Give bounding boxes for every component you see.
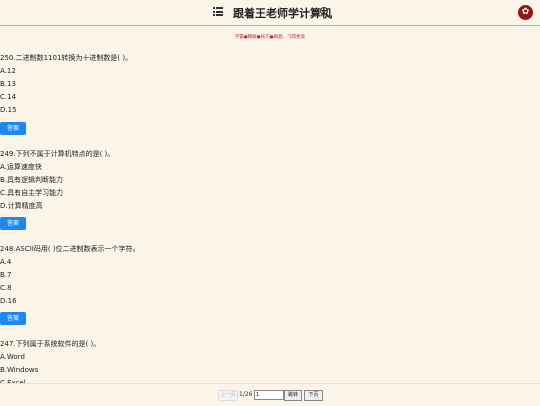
search-icon[interactable] [320, 7, 330, 17]
option-d[interactable]: D.计算精度高 [0, 202, 43, 210]
answer-button[interactable]: 答案 [0, 312, 26, 325]
app-title: 跟着王老师学计算机 [233, 7, 332, 20]
option-a[interactable]: A.Word [0, 353, 25, 361]
question-stem: 250.二进制数1101转换为十进制数是( )。 [0, 54, 133, 62]
option-a[interactable]: A.12 [0, 67, 16, 75]
gear-icon: ✿ [521, 7, 530, 17]
option-b[interactable]: B.7 [0, 271, 11, 279]
pagination-bar: 上一页 1/26 跳转 下页 [0, 383, 540, 406]
option-a[interactable]: A.运算速度快 [0, 163, 42, 171]
option-c[interactable]: C.具有自主学习能力 [0, 189, 63, 197]
option-d[interactable]: D.15 [0, 106, 17, 114]
question-stem: 247.下列属于系统软件的是( )。 [0, 340, 101, 348]
top-bar: 跟着王老师学计算机 ✿ [0, 0, 540, 26]
option-b[interactable]: B.13 [0, 80, 16, 88]
jump-button[interactable]: 跳转 [284, 390, 302, 401]
question-stem: 249.下列不属于计算机特点的是( )。 [0, 150, 115, 158]
option-c[interactable]: C.8 [0, 284, 12, 292]
next-page-button[interactable]: 下页 [304, 390, 323, 401]
option-d[interactable]: D.16 [0, 297, 17, 305]
option-a[interactable]: A.4 [0, 258, 11, 266]
answer-button[interactable]: 答案 [0, 217, 26, 230]
option-b[interactable]: B.具有逻辑判断能力 [0, 176, 63, 184]
settings-button[interactable]: ✿ [518, 5, 533, 20]
marquee-banner: 学霸●精解●技巧●刷题…飞得更高 [234, 35, 306, 40]
page-count: 1/26 [239, 391, 253, 398]
prev-page-button[interactable]: 上一页 [218, 390, 238, 401]
question-stem: 248.ASCII码用( )位二进制数表示一个字符。 [0, 245, 140, 253]
page-input[interactable] [254, 390, 284, 400]
option-c[interactable]: C.14 [0, 93, 16, 101]
answer-button[interactable]: 答案 [0, 122, 26, 135]
option-b[interactable]: B.Windows [0, 366, 38, 374]
list-icon[interactable] [213, 7, 223, 16]
